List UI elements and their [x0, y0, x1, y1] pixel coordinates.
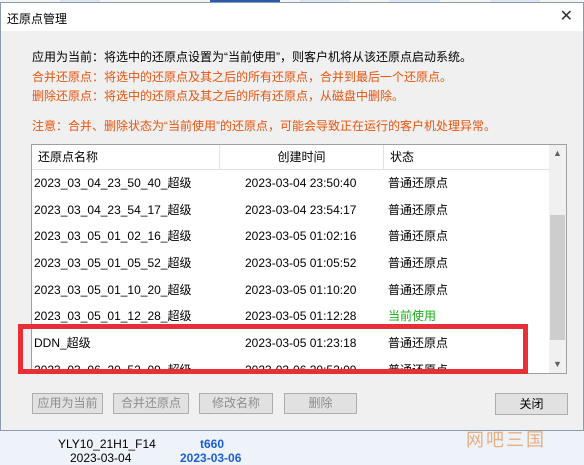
- row-status: 普通还原点: [388, 362, 449, 374]
- table-row[interactable]: DDN_超级 2023-03-05 01:23:18 普通还原点: [32, 330, 551, 357]
- description-apply: 应用为当前：将选中的还原点设置为“当前使用”，则客户机将从该还原点启动系统。: [32, 50, 472, 64]
- row-time: 2023-03-04 23:50:40: [245, 176, 357, 190]
- table-row[interactable]: 2023_03_04_23_50_40_超级 2023-03-04 23:50:…: [32, 170, 551, 197]
- row-time: 2023-03-05 01:02:16: [245, 229, 357, 244]
- column-header-name[interactable]: 还原点名称: [32, 145, 220, 169]
- list-rows: 2023_03_04_23_50_40_超级 2023-03-04 23:50:…: [32, 170, 551, 374]
- row-name: 2023_03_05_01_05_52_超级: [34, 256, 192, 271]
- background-name: YLY10_21H1_F14: [58, 437, 156, 451]
- description-warning: 注意：合并、删除状态为“当前使用”的还原点，可能会导致正在运行的客户机处理异常。: [32, 119, 496, 133]
- row-time: 2023-03-05 01:10:20: [245, 282, 357, 297]
- merge-restore-point-button[interactable]: 合并还原点: [113, 393, 189, 414]
- row-time: 2023-03-05 01:23:18: [245, 336, 357, 351]
- description-delete: 删除还原点：将选中的还原点及其之后的所有还原点，从磁盘中删除。: [32, 89, 405, 103]
- row-name: 2023_03_04_23_54_17_超级: [34, 202, 192, 217]
- scroll-down-icon[interactable]: ▼: [549, 356, 566, 373]
- dialog-title: 还原点管理: [7, 12, 68, 26]
- row-status-current: 当前使用: [388, 309, 437, 324]
- row-name: 2023_03_06_20_52_09_超级: [34, 362, 192, 374]
- rename-button[interactable]: 修改名称: [199, 393, 273, 414]
- close-button[interactable]: 关闭: [495, 393, 568, 415]
- table-row[interactable]: 2023_03_06_20_52_09_超级 2023-03-06 20:52:…: [32, 357, 551, 374]
- apply-as-current-button[interactable]: 应用为当前: [32, 393, 103, 414]
- row-status: 普通还原点: [388, 336, 449, 351]
- title-bar: 还原点管理 ✕: [1, 3, 583, 31]
- row-status: 普通还原点: [388, 256, 449, 271]
- watermark-logo: 网吧三国: [466, 430, 546, 450]
- scrollbar-thumb[interactable]: [550, 215, 565, 340]
- scroll-up-icon[interactable]: ▲: [549, 145, 566, 162]
- column-header-time[interactable]: 创建时间: [220, 145, 384, 169]
- row-time: 2023-03-05 01:12:28: [245, 309, 357, 324]
- row-time: 2023-03-05 01:05:52: [245, 256, 357, 271]
- table-row[interactable]: 2023_03_04_23_54_17_超级 2023-03-04 23:54:…: [32, 197, 551, 224]
- row-name: 2023_03_05_01_02_16_超级: [34, 229, 192, 244]
- background-date-2: 2023-03-06: [180, 451, 242, 465]
- row-name: DDN_超级: [34, 336, 91, 351]
- row-time: 2023-03-04 23:54:17: [245, 202, 357, 217]
- row-status: 普通还原点: [388, 229, 449, 244]
- table-row[interactable]: 2023_03_05_01_05_52_超级 2023-03-05 01:05:…: [32, 250, 551, 277]
- row-time: 2023-03-06 20:52:09: [245, 362, 357, 374]
- table-row[interactable]: 2023_03_05_01_02_16_超级 2023-03-05 01:02:…: [32, 223, 551, 250]
- background-date: 2023-03-04: [70, 451, 132, 465]
- row-name: 2023_03_05_01_10_20_超级: [34, 282, 192, 297]
- table-row[interactable]: 2023_03_05_01_10_20_超级 2023-03-05 01:10:…: [32, 277, 551, 304]
- background-name-2: t660: [200, 437, 225, 451]
- column-header-status[interactable]: 状态: [384, 145, 551, 169]
- list-header: 还原点名称 创建时间 状态: [32, 145, 551, 170]
- vertical-scrollbar[interactable]: ▲ ▼: [549, 145, 566, 373]
- description-merge: 合并还原点：将选中的还原点及其之后的所有还原点，合并到最后一个还原点。: [32, 70, 453, 84]
- close-icon[interactable]: ✕: [560, 6, 573, 26]
- row-status: 普通还原点: [388, 176, 449, 190]
- restore-point-list[interactable]: 还原点名称 创建时间 状态 2023_03_04_23_50_40_超级 202…: [31, 144, 567, 374]
- delete-button[interactable]: 删除: [284, 393, 357, 414]
- row-status: 普通还原点: [388, 202, 449, 217]
- table-row[interactable]: 2023_03_05_01_12_28_超级 2023-03-05 01:12:…: [32, 303, 551, 330]
- row-status: 普通还原点: [388, 282, 449, 297]
- row-name: 2023_03_04_23_50_40_超级: [34, 176, 192, 190]
- row-name: 2023_03_05_01_12_28_超级: [34, 309, 192, 324]
